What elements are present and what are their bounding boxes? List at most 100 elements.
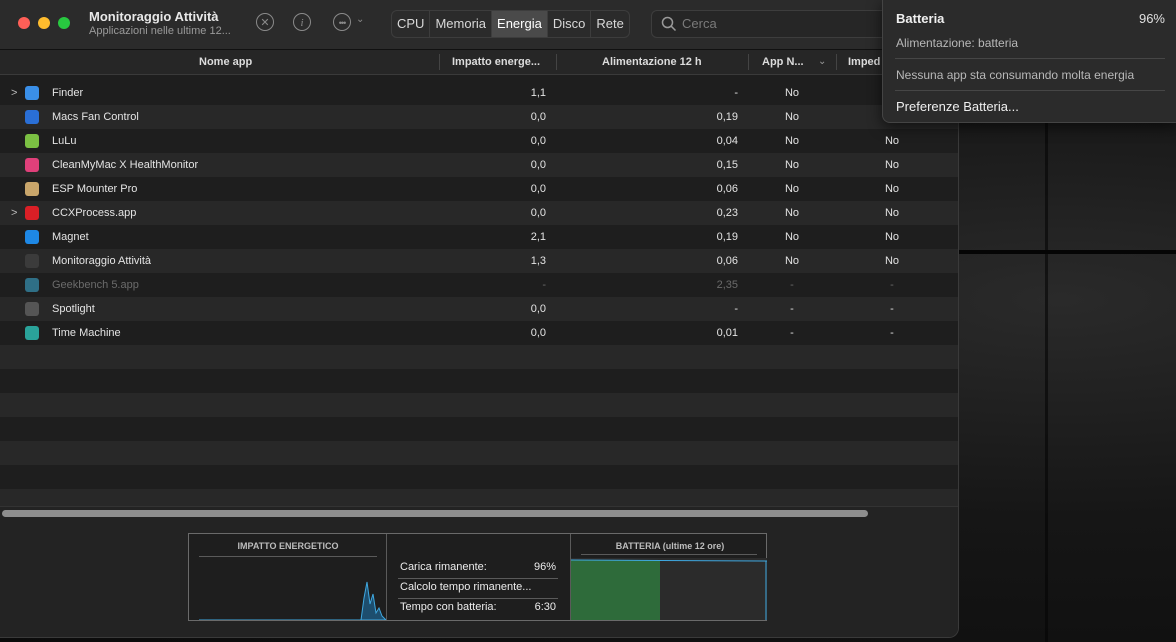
column-header-energy-impact[interactable]: Impatto energe... (452, 50, 540, 74)
chevron-down-icon[interactable]: ⌄ (356, 14, 364, 25)
app-name-cell: Time Machine (52, 327, 121, 339)
search-icon (661, 16, 677, 32)
energy-impact-cell: 0,0 (530, 159, 546, 171)
column-divider[interactable] (836, 54, 837, 70)
battery-preferences-menu-item[interactable]: Preferenze Batteria... (896, 99, 1019, 114)
disclosure-triangle-icon[interactable]: > (11, 81, 17, 105)
app-nap-cell: No (784, 87, 800, 99)
column-header-power-12h[interactable]: Alimentazione 12 h (602, 50, 702, 74)
prevent-sleep-cell: - (890, 303, 894, 315)
table-row[interactable]: > CCXProcess.app 0,0 0,23 No No (0, 201, 958, 225)
column-divider[interactable] (748, 54, 749, 70)
table-row[interactable]: Geekbench 5.app - 2,35 - - (0, 273, 958, 297)
divider (581, 554, 757, 555)
title-bar: Monitoraggio Attività Applicazioni nelle… (0, 0, 958, 50)
tab-disco[interactable]: Disco (548, 11, 592, 37)
table-row[interactable]: ESP Mounter Pro 0,0 0,06 No No (0, 177, 958, 201)
empty-table-row (0, 345, 958, 369)
tab-memoria[interactable]: Memoria (430, 11, 493, 37)
more-actions-icon[interactable]: ••• (333, 13, 351, 31)
app-nap-cell: No (784, 231, 800, 243)
empty-table-row (0, 441, 958, 465)
divider (386, 534, 387, 620)
table-row[interactable]: CleanMyMac X HealthMonitor 0,0 0,15 No No (0, 153, 958, 177)
battery-menu-title: Batteria (896, 11, 945, 26)
column-divider[interactable] (439, 54, 440, 70)
disclosure-triangle-icon[interactable]: > (11, 201, 17, 225)
fan-icon (25, 110, 39, 124)
stat-value: 6:30 (534, 601, 556, 613)
app-nap-cell: - (790, 279, 794, 291)
zoom-window-button[interactable] (58, 17, 70, 29)
column-header-app-nap[interactable]: App N... (762, 50, 804, 74)
activity-monitor-icon (25, 254, 39, 268)
empty-table-row (0, 465, 958, 489)
divider (398, 578, 558, 579)
app-nap-cell: No (784, 255, 800, 267)
column-header-prevent-sleep[interactable]: Imped (848, 50, 880, 74)
battery-percent: 96% (1138, 11, 1165, 26)
monitor-icon (25, 158, 39, 172)
table-header: Nome app Impatto energe... Alimentazione… (0, 50, 958, 75)
table-row[interactable]: Spotlight 0,0 - - - (0, 297, 958, 321)
close-window-button[interactable] (18, 17, 30, 29)
table-row[interactable]: Magnet 2,1 0,19 No No (0, 225, 958, 249)
no-significant-energy-apps: Nessuna app sta consumando molta energia (896, 68, 1135, 82)
stop-process-icon[interactable]: ✕ (256, 13, 274, 31)
battery-graph-title: BATTERIA (ultime 12 ore) (615, 541, 725, 551)
power-12h-cell: 0,01 (716, 327, 738, 339)
creative-cloud-icon (25, 206, 39, 220)
prevent-sleep-cell: - (890, 279, 894, 291)
table-row[interactable]: LuLu 0,0 0,04 No No (0, 129, 958, 153)
app-name-cell: Finder (52, 87, 84, 99)
menu-divider (895, 58, 1165, 59)
power-12h-cell: 0,15 (716, 159, 738, 171)
energy-impact-cell: 0,0 (530, 303, 546, 315)
power-12h-cell: 2,35 (716, 279, 738, 291)
time-machine-icon (25, 326, 39, 340)
tab-segment-control: CPU Memoria Energia Disco Rete (391, 10, 630, 38)
stat-label: Carica rimanente: (400, 561, 487, 573)
table-row[interactable]: Monitoraggio Attività 1,3 0,06 No No (0, 249, 958, 273)
divider (199, 556, 377, 557)
menu-divider (895, 90, 1165, 91)
shield-icon (25, 134, 39, 148)
column-divider[interactable] (556, 54, 557, 70)
info-icon[interactable]: i (293, 13, 311, 31)
app-nap-cell: No (784, 183, 800, 195)
prevent-sleep-cell: No (884, 255, 900, 267)
prevent-sleep-cell: No (884, 135, 900, 147)
horizontal-scrollbar[interactable] (0, 506, 958, 521)
app-nap-cell: - (790, 327, 794, 339)
app-nap-cell: No (784, 207, 800, 219)
app-name-cell: Macs Fan Control (52, 111, 139, 123)
search-icon (25, 302, 39, 316)
minimize-window-button[interactable] (38, 17, 50, 29)
app-name-cell: Magnet (52, 231, 89, 243)
window-subtitle[interactable]: Applicazioni nelle ultime 12... (89, 25, 244, 37)
tab-cpu[interactable]: CPU (392, 11, 431, 37)
power-12h-cell: 0,19 (716, 231, 738, 243)
app-nap-cell: No (784, 135, 800, 147)
app-name-cell: Spotlight (52, 303, 95, 315)
prevent-sleep-cell: - (890, 327, 894, 339)
tab-energia[interactable]: Energia (492, 11, 548, 37)
power-12h-cell: 0,23 (716, 207, 738, 219)
tab-rete[interactable]: Rete (591, 11, 628, 37)
divider (398, 598, 558, 599)
empty-table-row (0, 417, 958, 441)
app-name-cell: Monitoraggio Attività (52, 255, 152, 267)
app-nap-cell: No (784, 159, 800, 171)
search-field[interactable]: Cerca (651, 10, 893, 38)
column-header-app-name[interactable]: Nome app (199, 50, 252, 74)
scrollbar-thumb[interactable] (2, 510, 868, 517)
table-row[interactable]: Macs Fan Control 0,0 0,19 No (0, 105, 958, 129)
prevent-sleep-cell: No (884, 207, 900, 219)
finder-icon (25, 86, 39, 100)
energy-impact-cell: 1,1 (530, 87, 546, 99)
sort-chevron-down-icon[interactable]: ⌄ (818, 50, 826, 74)
table-row[interactable]: > Finder 1,1 - No (0, 81, 958, 105)
activity-monitor-window: Monitoraggio Attività Applicazioni nelle… (0, 0, 959, 638)
app-nap-cell: No (784, 111, 800, 123)
table-row[interactable]: Time Machine 0,0 0,01 - - (0, 321, 958, 345)
